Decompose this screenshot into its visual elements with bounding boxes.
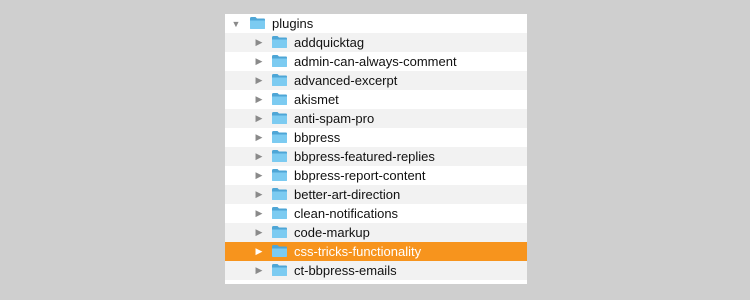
disclosure-collapsed-icon[interactable]: ▶: [253, 166, 265, 185]
disclosure-collapsed-icon[interactable]: ▶: [253, 33, 265, 52]
folder-label: anti-spam-pro: [294, 111, 375, 126]
tree-row[interactable]: ▶ code-markup: [225, 223, 527, 242]
file-tree: ▼ plugins ▶ addquicktag ▶ admin-can-always-co…: [225, 14, 527, 280]
disclosure-expanded-icon[interactable]: ▼: [230, 14, 242, 33]
tree-row-root[interactable]: ▼ plugins: [225, 14, 527, 33]
tree-row[interactable]: ▶ clean-notifications: [225, 204, 527, 223]
tree-row[interactable]: ▶ bbpress-featured-replies: [225, 147, 527, 166]
folder-icon: [272, 36, 287, 48]
folder-label: bbpress-report-content: [294, 168, 426, 183]
folder-label: code-markup: [294, 225, 370, 240]
folder-icon: [272, 245, 287, 257]
folder-icon: [272, 264, 287, 276]
folder-label: bbpress: [294, 130, 341, 145]
tree-row[interactable]: ▶ addquicktag: [225, 33, 527, 52]
tree-row[interactable]: ▶ better-art-direction: [225, 185, 527, 204]
folder-icon: [272, 169, 287, 181]
folder-icon: [272, 207, 287, 219]
tree-row[interactable]: ▶ admin-can-always-comment: [225, 52, 527, 71]
folder-label: advanced-excerpt: [294, 73, 398, 88]
disclosure-collapsed-icon[interactable]: ▶: [253, 223, 265, 242]
folder-icon: [272, 93, 287, 105]
disclosure-collapsed-icon[interactable]: ▶: [253, 261, 265, 280]
tree-row[interactable]: ▶ ct-bbpress-emails: [225, 261, 527, 280]
folder-label: admin-can-always-comment: [294, 54, 457, 69]
folder-label: better-art-direction: [294, 187, 401, 202]
file-tree-panel: ▼ plugins ▶ addquicktag ▶ admin-can-always-co…: [225, 14, 527, 284]
folder-label: addquicktag: [294, 35, 365, 50]
tree-row[interactable]: ▶ advanced-excerpt: [225, 71, 527, 90]
folder-icon: [272, 226, 287, 238]
disclosure-collapsed-icon[interactable]: ▶: [253, 52, 265, 71]
folder-label: css-tricks-functionality: [294, 244, 422, 259]
folder-icon: [272, 131, 287, 143]
tree-row[interactable]: ▶ akismet: [225, 90, 527, 109]
folder-icon: [272, 74, 287, 86]
disclosure-collapsed-icon[interactable]: ▶: [253, 128, 265, 147]
tree-row[interactable]: ▶ css-tricks-functionality: [225, 242, 527, 261]
folder-label: plugins: [272, 16, 314, 31]
folder-icon: [272, 188, 287, 200]
folder-label: clean-notifications: [294, 206, 399, 221]
tree-row[interactable]: ▶ bbpress: [225, 128, 527, 147]
folder-icon: [250, 17, 265, 29]
folder-label: bbpress-featured-replies: [294, 149, 435, 164]
disclosure-collapsed-icon[interactable]: ▶: [253, 90, 265, 109]
folder-icon: [272, 112, 287, 124]
folder-label: akismet: [294, 92, 339, 107]
disclosure-collapsed-icon[interactable]: ▶: [253, 147, 265, 166]
folder-icon: [272, 150, 287, 162]
disclosure-collapsed-icon[interactable]: ▶: [253, 185, 265, 204]
disclosure-collapsed-icon[interactable]: ▶: [253, 109, 265, 128]
disclosure-collapsed-icon[interactable]: ▶: [253, 204, 265, 223]
tree-row[interactable]: ▶ bbpress-report-content: [225, 166, 527, 185]
disclosure-collapsed-icon[interactable]: ▶: [253, 242, 265, 261]
folder-label: ct-bbpress-emails: [294, 263, 397, 278]
folder-icon: [272, 55, 287, 67]
tree-row[interactable]: ▶ anti-spam-pro: [225, 109, 527, 128]
disclosure-collapsed-icon[interactable]: ▶: [253, 71, 265, 90]
screenshot-background: ▼ plugins ▶ addquicktag ▶ admin-can-always-co…: [0, 0, 750, 300]
